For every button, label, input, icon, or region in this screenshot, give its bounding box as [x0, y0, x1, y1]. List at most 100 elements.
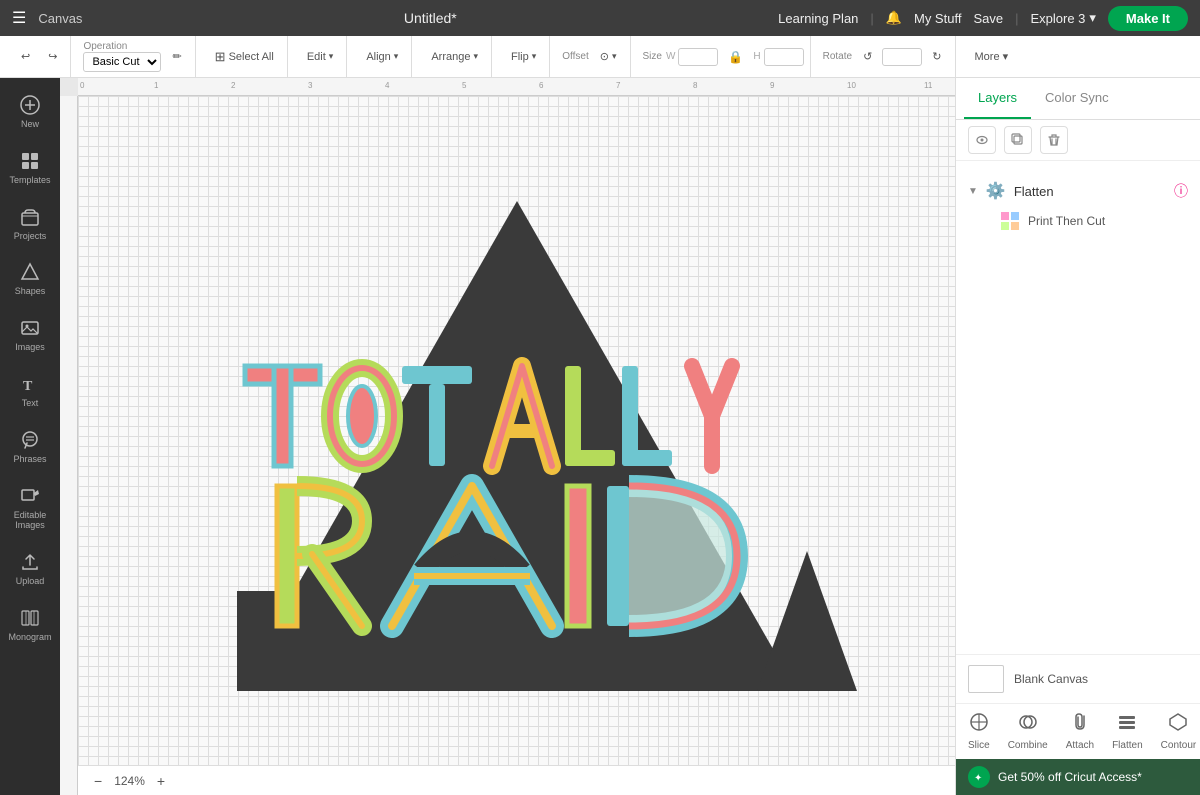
height-input[interactable] [764, 48, 804, 66]
blank-canvas-label: Blank Canvas [1014, 672, 1088, 686]
bottom-toolbar: Slice Combine Attach Flatten [956, 703, 1200, 759]
flatten-label: Flatten [1112, 740, 1143, 751]
new-icon [19, 94, 41, 116]
ruler-tick-7: 7 [616, 81, 620, 90]
ruler-tick-2: 2 [231, 81, 235, 90]
templates-icon [19, 150, 41, 172]
rotate-input[interactable] [882, 48, 922, 66]
left-sidebar: New Templates Projects Shapes Images [0, 78, 60, 795]
operation-label: Operation [83, 41, 161, 52]
ruler-tick-1: 1 [154, 81, 158, 90]
learning-plan-link[interactable]: Learning Plan [778, 11, 858, 26]
make-it-button[interactable]: Make It [1108, 6, 1188, 31]
my-stuff-link[interactable]: My Stuff [914, 11, 961, 26]
svg-text:✦: ✦ [974, 773, 982, 784]
ruler-tick-8: 8 [693, 81, 697, 90]
shapes-icon [19, 261, 41, 283]
sidebar-item-templates-label: Templates [9, 175, 50, 186]
pen-icon-button[interactable]: ✏ [165, 46, 188, 67]
sidebar-item-images[interactable]: Images [2, 309, 58, 361]
top-nav: ☰ Canvas Untitled* Learning Plan | 🔔 My … [0, 0, 1200, 36]
attach-tool[interactable]: Attach [1066, 712, 1094, 751]
flip-button[interactable]: Flip▾ [504, 47, 543, 67]
lock-icon[interactable]: 🔒 [721, 46, 750, 68]
align-button[interactable]: Align▾ [359, 47, 405, 67]
blank-canvas-row: Blank Canvas [956, 654, 1200, 703]
sidebar-item-monogram[interactable]: Monogram [2, 599, 58, 651]
offset-button[interactable]: ⊙▾ [593, 46, 624, 67]
right-panel: Layers Color Sync ▼ ⚙️ Flatten ⓘ [955, 78, 1200, 795]
undo-button[interactable]: ↩ [14, 46, 37, 67]
text-icon: T [19, 373, 41, 395]
sidebar-item-templates[interactable]: Templates [2, 142, 58, 194]
promo-icon: ✦ [968, 766, 990, 788]
toolbar: ↩ ↪ Operation Basic Cut ✏ ⊞ Select All E… [0, 36, 1200, 78]
editable-images-icon [19, 485, 41, 507]
contour-label: Contour [1161, 740, 1197, 751]
edit-button[interactable]: Edit ▾ [300, 47, 341, 67]
visibility-button[interactable] [968, 126, 996, 154]
promo-bar[interactable]: ✦ Get 50% off Cricut Access* [956, 759, 1200, 795]
zoom-in-button[interactable]: + [153, 771, 169, 791]
zoom-out-button[interactable]: − [90, 771, 106, 791]
size-group: Size W 🔒 H [637, 36, 811, 77]
contour-tool[interactable]: Contour [1161, 712, 1197, 751]
combine-tool[interactable]: Combine [1008, 712, 1048, 751]
redo-button[interactable]: ↪ [41, 46, 64, 67]
select-all-group: ⊞ Select All [202, 36, 288, 77]
arrange-group: Arrange▾ [418, 36, 492, 77]
phrases-icon [19, 429, 41, 451]
document-title: Untitled* [94, 10, 766, 26]
layer-group-header[interactable]: ▼ ⚙️ Flatten ⓘ [968, 177, 1188, 205]
duplicate-button[interactable] [1004, 126, 1032, 154]
combine-icon [1018, 712, 1038, 737]
flatten-tool[interactable]: Flatten [1112, 712, 1143, 751]
attach-label: Attach [1066, 740, 1094, 751]
rotate-cw-button[interactable]: ↻ [925, 46, 948, 67]
sidebar-item-new[interactable]: New [2, 86, 58, 138]
layer-item-print-then-cut[interactable]: Print Then Cut [968, 205, 1188, 237]
arrange-button[interactable]: Arrange▾ [424, 47, 485, 67]
sidebar-item-shapes[interactable]: Shapes [2, 253, 58, 305]
operation-group: Operation Basic Cut ✏ [77, 36, 195, 77]
tab-layers[interactable]: Layers [964, 78, 1031, 119]
canvas-content[interactable] [177, 171, 857, 691]
operation-select[interactable]: Basic Cut [83, 52, 161, 72]
delete-button[interactable] [1040, 126, 1068, 154]
rotate-group: Rotate ↺ ↻ [817, 36, 956, 77]
rotate-label: Rotate [823, 51, 852, 62]
sidebar-item-phrases-label: Phrases [13, 454, 46, 465]
rotate-ccw-button[interactable]: ↺ [856, 46, 879, 67]
layer-info-button[interactable]: ⓘ [1174, 181, 1188, 201]
sidebar-item-monogram-label: Monogram [8, 632, 51, 643]
sidebar-item-editable-images-label: Editable Images [6, 510, 54, 532]
chevron-down-icon: ▼ [968, 186, 978, 197]
machine-selector[interactable]: Explore 3 ▾ [1030, 10, 1095, 26]
offset-label: Offset [562, 51, 589, 62]
sidebar-item-projects[interactable]: Projects [2, 198, 58, 250]
tab-color-sync[interactable]: Color Sync [1031, 78, 1123, 119]
hamburger-icon[interactable]: ☰ [12, 8, 26, 28]
slice-icon [969, 712, 989, 737]
zoom-bar: − 124% + [78, 765, 955, 795]
artwork-svg [177, 171, 857, 691]
canvas-area[interactable]: 0 1 2 3 4 5 6 7 8 9 10 11 [60, 78, 955, 795]
sidebar-item-upload[interactable]: Upload [2, 543, 58, 595]
ruler-tick-10: 10 [847, 81, 856, 90]
canvas-label: Canvas [38, 11, 82, 26]
canvas-grid[interactable] [78, 96, 955, 765]
more-button[interactable]: More ▾ [968, 46, 1016, 67]
sidebar-item-new-label: New [21, 119, 39, 130]
select-all-button[interactable]: ⊞ Select All [208, 45, 281, 69]
width-input[interactable] [678, 48, 718, 66]
save-button[interactable]: Save [973, 11, 1003, 26]
sidebar-item-phrases[interactable]: Phrases [2, 421, 58, 473]
sidebar-item-text[interactable]: T Text [2, 365, 58, 417]
attach-icon [1070, 712, 1090, 737]
sidebar-item-editable-images[interactable]: Editable Images [2, 477, 58, 540]
panel-icons-row [956, 120, 1200, 161]
bell-icon[interactable]: 🔔 [886, 10, 902, 26]
slice-tool[interactable]: Slice [968, 712, 990, 751]
flatten-group-icon: ⚙️ [986, 181, 1006, 201]
sidebar-item-projects-label: Projects [14, 231, 47, 242]
